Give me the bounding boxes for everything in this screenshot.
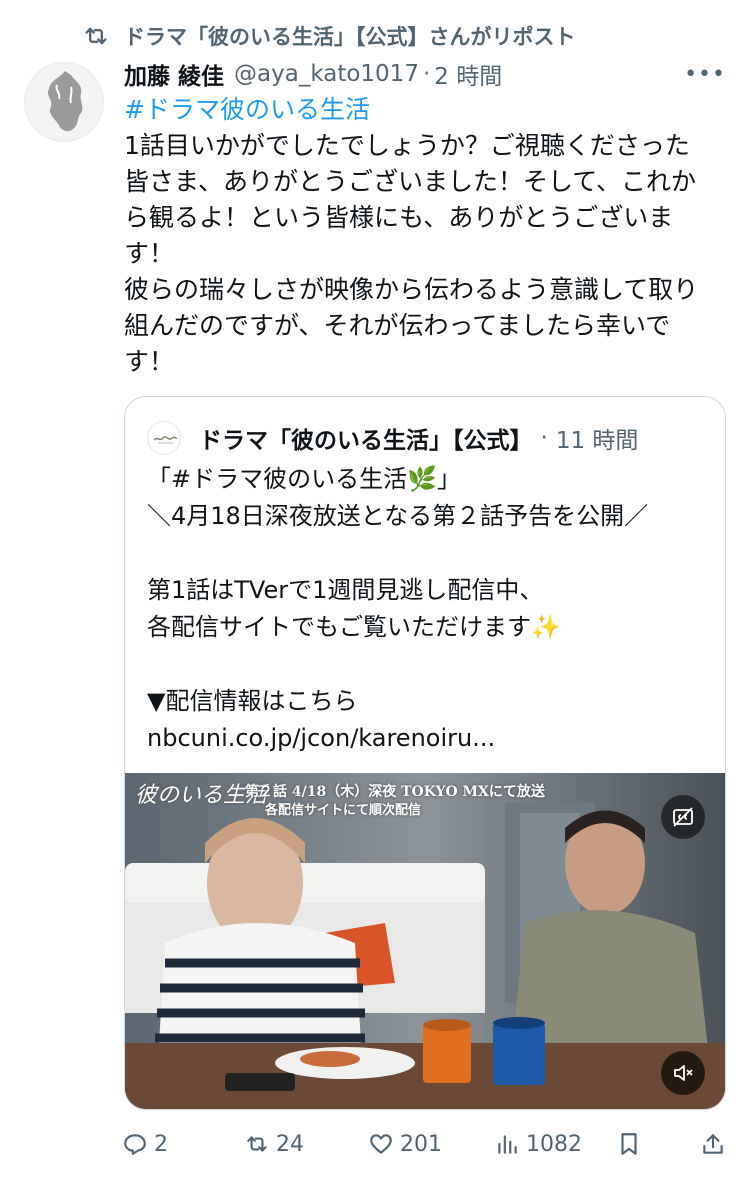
mute-toggle-button[interactable] — [661, 1051, 705, 1095]
quoted-line: 各配信サイトでもご覧いただけます✨ — [147, 613, 561, 641]
captions-toggle-button[interactable] — [661, 795, 705, 839]
hashtag-link[interactable]: #ドラマ彼のいる生活 — [124, 92, 370, 128]
bookmark-icon — [621, 1133, 637, 1155]
tweet-timestamp[interactable]: 2 時間 — [434, 57, 502, 91]
author-avatar[interactable] — [24, 62, 104, 142]
tweet-action-bar: 2 24 201 1082 — [122, 1126, 726, 1162]
quoted-avatar-logo — [153, 436, 178, 444]
author-name[interactable]: 加藤 綾佳 — [124, 57, 224, 91]
views-chart-icon — [498, 1135, 517, 1154]
quoted-line: 「#ドラマ彼のいる生活🌿」 — [147, 465, 461, 493]
repost-icon — [247, 1136, 267, 1152]
video-caption-line1: 第２話 4/18（木）深夜 TOKYO MXにて放送 — [245, 784, 545, 800]
like-count: 201 — [400, 1131, 442, 1157]
view-count: 1082 — [526, 1131, 582, 1157]
like-button[interactable]: 201 — [368, 1126, 442, 1162]
separator-dot: · — [422, 61, 431, 87]
quoted-text: 「#ドラマ彼のいる生活🌿」 ＼4月18日深夜放送となる第２話予告を公開／ 第1話… — [147, 461, 717, 757]
repost-icon — [85, 27, 107, 45]
quoted-author-avatar — [147, 421, 181, 455]
quoted-header: ドラマ「彼のいる生活」【公式】 · 11 時間 — [147, 421, 638, 455]
quoted-timestamp: 11 時間 — [555, 428, 639, 454]
tweet-line: 組んだのですが、それが伝わってましたら幸いで — [124, 311, 671, 340]
tweet-line: 1話目いかがでしたでしょうか？ご視聴くださった — [124, 131, 690, 160]
tweet-line: 彼らの瑞々しさが映像から伝わるよう意識して取り — [124, 275, 699, 304]
quoted-line — [147, 535, 717, 572]
tweet-text: 1話目いかがでしたでしょうか？ご視聴くださった 皆さま、ありがとうございました！… — [124, 128, 724, 380]
tweet-header: 加藤 綾佳 @aya_kato1017 · 2 時間 ••• — [124, 56, 726, 92]
tweet-line: ら観るよ！という皆様にも、ありがとうございま — [124, 203, 674, 232]
repost-text: ドラマ「彼のいる生活」【公式】さんがリポスト — [124, 25, 576, 49]
quoted-link[interactable]: nbcuni.co.jp/jcon/karenoiru... — [147, 720, 717, 757]
video-player[interactable]: 彼のいる生活 第２話 4/18（木）深夜 TOKYO MXにて放送 各配信サイト… — [125, 773, 725, 1109]
tweet-line: す！ — [124, 347, 175, 376]
volume-muted-icon — [674, 1065, 693, 1081]
share-button[interactable] — [700, 1126, 732, 1162]
quoted-line: ▼配信情報はこちら — [147, 687, 358, 715]
captions-off-icon — [673, 807, 693, 827]
video-frame — [125, 773, 725, 1109]
tweet-line: 皆さま、ありがとうございました！そして、これか — [124, 167, 697, 196]
more-options-icon[interactable]: ••• — [684, 62, 726, 87]
repost-button[interactable]: 24 — [244, 1126, 304, 1162]
views-button[interactable]: 1082 — [494, 1126, 582, 1162]
quoted-line: 第1話はTVerで1週間見逃し配信中、 — [147, 576, 544, 604]
reply-button[interactable]: 2 — [122, 1126, 168, 1162]
repost-indicator[interactable]: ドラマ「彼のいる生活」【公式】さんがリポスト — [82, 20, 576, 52]
heart-icon — [370, 1134, 392, 1154]
share-icon — [703, 1134, 723, 1154]
author-handle[interactable]: @aya_kato1017 — [234, 61, 419, 87]
quoted-tweet-card[interactable]: ドラマ「彼のいる生活」【公式】 · 11 時間 「#ドラマ彼のいる生活🌿」 ＼4… — [124, 396, 726, 1110]
quoted-author-name: ドラマ「彼のいる生活」【公式】 — [199, 428, 533, 454]
tweet-line: す！ — [124, 239, 175, 268]
reply-count: 2 — [154, 1131, 168, 1157]
bookmark-button[interactable] — [616, 1126, 648, 1162]
video-caption-line2: 各配信サイトにて順次配信 — [265, 803, 422, 818]
quoted-separator: · — [540, 425, 548, 451]
repost-count: 24 — [276, 1131, 304, 1157]
reply-icon — [124, 1134, 146, 1155]
avatar-illustration — [47, 71, 83, 132]
quoted-line — [147, 646, 717, 683]
quoted-line: ＼4月18日深夜放送となる第２話予告を公開／ — [147, 502, 649, 530]
